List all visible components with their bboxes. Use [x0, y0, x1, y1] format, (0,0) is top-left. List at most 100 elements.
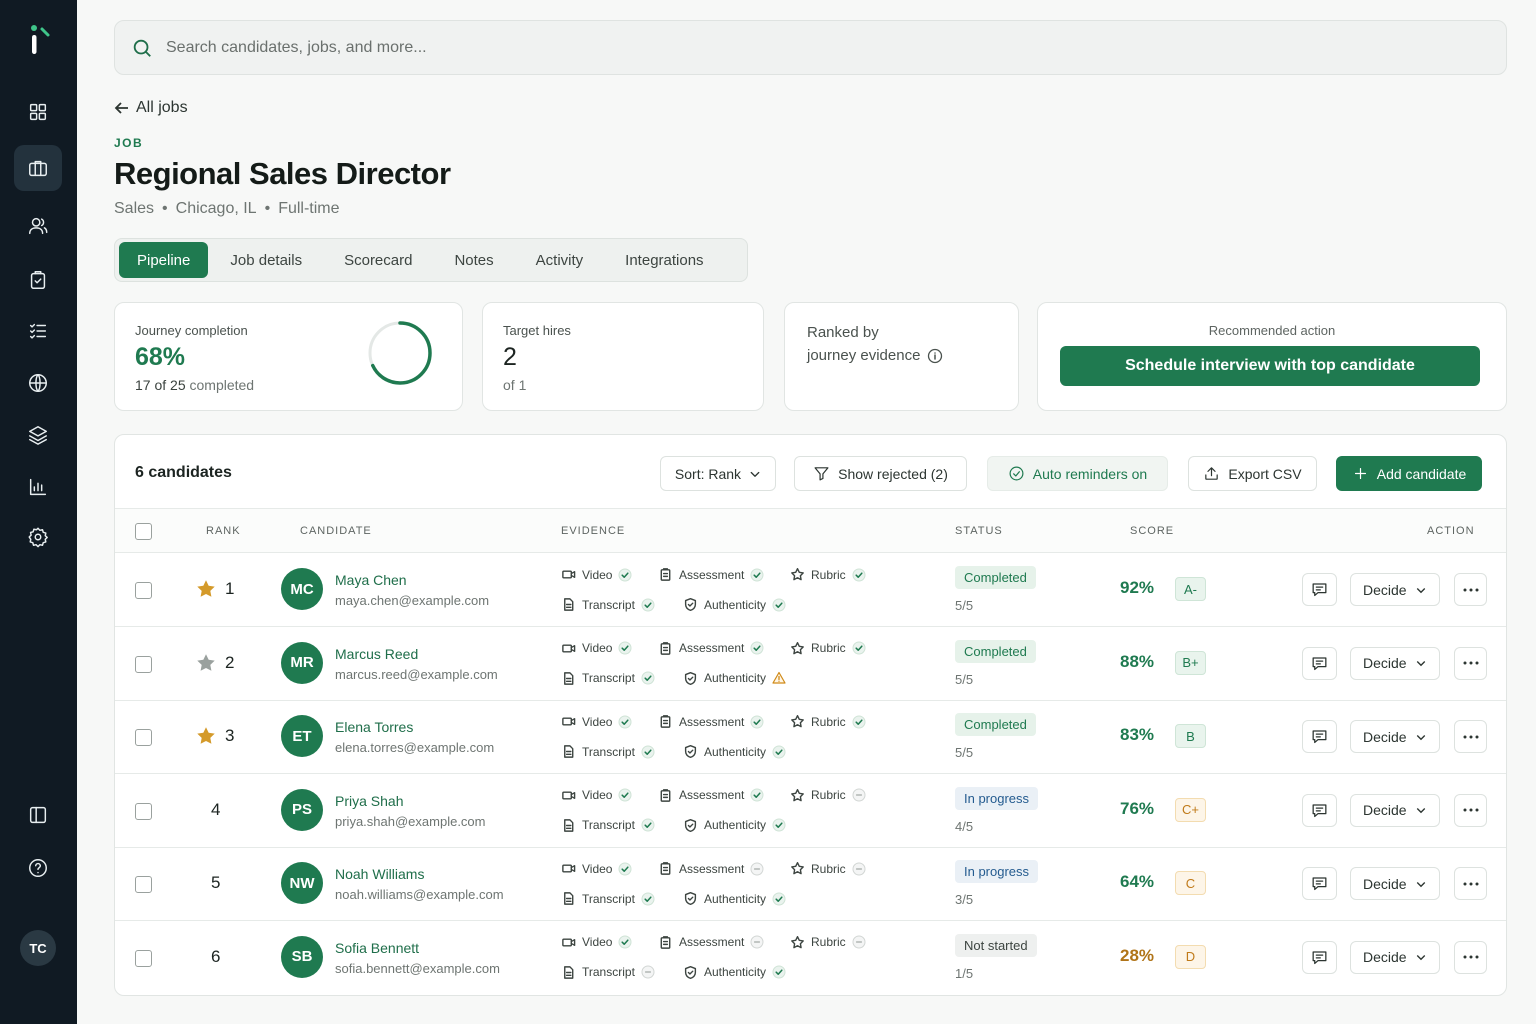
score-value: 76%: [1120, 798, 1155, 818]
nav-candidates[interactable]: [14, 203, 62, 249]
row-checkbox[interactable]: [135, 655, 152, 673]
table-row[interactable]: 6 SB Sofia Bennett sofia.bennett@example.co…: [115, 921, 1506, 995]
evidence-video[interactable]: Video: [561, 567, 632, 582]
more-options-button[interactable]: [1454, 720, 1487, 753]
evidence-transcript[interactable]: Transcript: [561, 744, 655, 759]
candidate-name[interactable]: Priya Shah: [335, 793, 403, 809]
evidence-video[interactable]: Video: [561, 935, 632, 950]
evidence-rubric[interactable]: Rubric: [790, 861, 866, 876]
info-icon[interactable]: [927, 348, 943, 364]
evidence-transcript[interactable]: Transcript: [561, 671, 655, 686]
row-checkbox[interactable]: [135, 582, 152, 599]
transcript-icon: [564, 818, 574, 832]
add-candidate-button[interactable]: Add candidate: [1336, 456, 1482, 491]
schedule-interview-button[interactable]: Schedule interview with top candidate: [1060, 346, 1480, 386]
more-options-button[interactable]: [1454, 867, 1487, 900]
evidence-transcript[interactable]: Transcript: [561, 597, 655, 612]
evidence-authenticity[interactable]: Authenticity: [683, 818, 786, 833]
nav-jobs[interactable]: [14, 145, 62, 191]
tab-activity[interactable]: Activity: [516, 242, 604, 278]
evidence-progress: 3/5: [955, 892, 974, 907]
evidence-assessment[interactable]: Assessment: [658, 641, 764, 656]
export-csv-button[interactable]: Export CSV: [1188, 456, 1317, 491]
evidence-rubric[interactable]: Rubric: [790, 567, 866, 582]
comment-button[interactable]: [1302, 573, 1337, 606]
more-options-button[interactable]: [1454, 793, 1487, 827]
logo-icon[interactable]: [26, 22, 54, 56]
decide-dropdown[interactable]: Decide: [1350, 720, 1440, 753]
user-avatar[interactable]: TC: [20, 930, 56, 966]
decide-dropdown[interactable]: Decide: [1350, 793, 1440, 827]
evidence-authenticity[interactable]: Authenticity: [683, 744, 786, 759]
decide-dropdown[interactable]: Decide: [1350, 646, 1440, 680]
evidence-video[interactable]: Video: [561, 788, 632, 803]
tab-integrations[interactable]: Integrations: [605, 242, 723, 278]
comment-button[interactable]: [1302, 940, 1337, 974]
comment-button[interactable]: [1302, 793, 1337, 827]
evidence-authenticity[interactable]: Authenticity: [683, 597, 786, 612]
candidate-name[interactable]: Marcus Reed: [335, 646, 418, 662]
evidence-authenticity[interactable]: Authenticity: [683, 891, 786, 906]
nav-dashboard[interactable]: [14, 89, 62, 135]
tab-notes[interactable]: Notes: [434, 242, 513, 278]
evidence-authenticity[interactable]: Authenticity: [683, 671, 786, 686]
nav-tasks[interactable]: [14, 308, 62, 354]
evidence-assessment[interactable]: Assessment: [658, 714, 764, 729]
evidence-video[interactable]: Video: [561, 641, 632, 656]
evidence-assessment[interactable]: Assessment: [658, 567, 764, 582]
table-row[interactable]: 4 PS Priya Shah priya.shah@example.com Video…: [115, 774, 1506, 848]
nav-settings[interactable]: [14, 514, 62, 560]
nav-assessments[interactable]: [14, 257, 62, 303]
nav-help[interactable]: [14, 845, 62, 891]
table-row[interactable]: 2 MR Marcus Reed marcus.reed@example.com Vid…: [115, 627, 1506, 701]
evidence-transcript[interactable]: Transcript: [561, 818, 655, 833]
sort-dropdown[interactable]: Sort: Rank: [660, 456, 776, 491]
comment-button[interactable]: [1302, 720, 1337, 753]
candidate-name[interactable]: Sofia Bennett: [335, 940, 419, 956]
auto-reminders-toggle[interactable]: Auto reminders on: [987, 456, 1168, 491]
tab-pipeline[interactable]: Pipeline: [119, 242, 209, 278]
candidate-name[interactable]: Maya Chen: [335, 572, 407, 588]
candidate-name[interactable]: Noah Williams: [335, 866, 424, 882]
nav-reports[interactable]: [14, 464, 62, 510]
search-bar[interactable]: [114, 20, 1507, 75]
select-all-checkbox[interactable]: [135, 523, 152, 540]
decide-dropdown[interactable]: Decide: [1350, 573, 1440, 606]
comment-button[interactable]: [1302, 867, 1337, 900]
back-link[interactable]: All jobs: [114, 99, 188, 117]
decide-dropdown[interactable]: Decide: [1350, 940, 1440, 974]
evidence-transcript[interactable]: Transcript: [561, 965, 655, 980]
evidence-video[interactable]: Video: [561, 714, 632, 729]
table-row[interactable]: 5 NW Noah Williams noah.williams@example.co…: [115, 847, 1506, 921]
evidence-transcript[interactable]: Transcript: [561, 891, 655, 906]
row-checkbox[interactable]: [135, 876, 152, 893]
evidence-rubric[interactable]: Rubric: [790, 641, 866, 656]
evidence-rubric[interactable]: Rubric: [790, 714, 866, 729]
evidence-video[interactable]: Video: [561, 861, 632, 876]
nav-layers[interactable]: [14, 412, 62, 458]
evidence-assessment[interactable]: Assessment: [658, 788, 764, 803]
evidence-rubric[interactable]: Rubric: [790, 788, 866, 803]
row-checkbox[interactable]: [135, 802, 152, 820]
search-input[interactable]: [166, 38, 766, 57]
tab-scorecard[interactable]: Scorecard: [324, 242, 432, 278]
evidence-authenticity[interactable]: Authenticity: [683, 965, 786, 980]
candidate-name[interactable]: Elena Torres: [335, 719, 413, 735]
row-checkbox[interactable]: [135, 729, 152, 746]
nav-collapse[interactable]: [14, 792, 62, 838]
evidence-rubric[interactable]: Rubric: [790, 935, 866, 950]
table-row[interactable]: 1 MC Maya Chen maya.chen@example.com Video As…: [115, 553, 1506, 627]
tab-job-details[interactable]: Job details: [210, 242, 322, 278]
evidence-assessment[interactable]: Assessment: [658, 935, 764, 950]
more-options-button[interactable]: [1454, 940, 1487, 974]
more-options-button[interactable]: [1454, 573, 1487, 606]
nav-sites[interactable]: [14, 360, 62, 406]
decide-dropdown[interactable]: Decide: [1350, 867, 1440, 900]
table-row[interactable]: 3 ET Elena Torres elena.torres@example.com V…: [115, 700, 1506, 774]
comment-button[interactable]: [1302, 646, 1337, 680]
row-checkbox[interactable]: [135, 949, 152, 967]
more-options-button[interactable]: [1454, 646, 1487, 680]
evidence-assessment[interactable]: Assessment: [658, 861, 764, 876]
ranked-line1: Ranked by: [807, 324, 879, 341]
show-rejected-button[interactable]: Show rejected (2): [794, 456, 967, 491]
